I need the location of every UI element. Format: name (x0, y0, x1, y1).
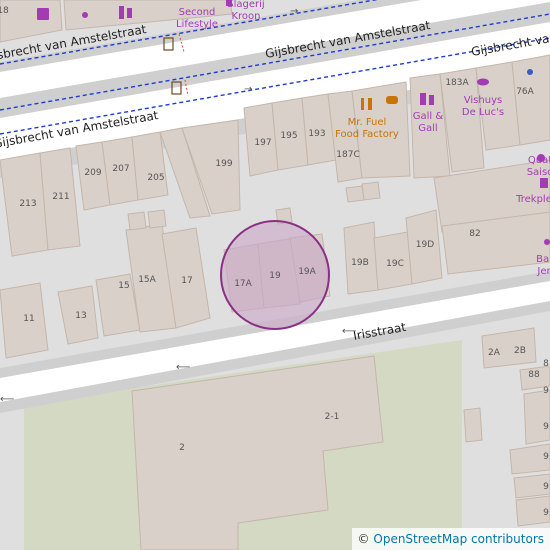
poi-label-second-lifestyle-1: Second (179, 7, 216, 18)
housenumber: 187C (336, 150, 359, 160)
housenumber: 2 (179, 443, 185, 453)
poi-label-slagerij-1: Slagerij (227, 0, 264, 10)
housenumber: 19C (386, 259, 404, 269)
housenumber: 2B (514, 346, 526, 356)
housenumber: 213 (19, 199, 36, 209)
housenumber: 19A (298, 267, 316, 277)
housenumber: 193 (308, 129, 325, 139)
poi-label-slagerij-2: Kroon (231, 11, 260, 22)
housenumber: 19D (416, 240, 434, 250)
fish-shop-icon (477, 78, 489, 86)
gift-shop-icon (37, 8, 49, 20)
housenumber: 205 (147, 173, 164, 183)
housenumber: 19B (351, 258, 369, 268)
bakery-icon-2 (544, 239, 550, 245)
housenumber: 183A (445, 78, 469, 88)
housenumber: 11 (23, 314, 34, 324)
housenumber: 8 (543, 359, 549, 369)
poi-label-quatre-1: Quat (528, 155, 550, 166)
poi-label-quatre-2: Saiso (527, 167, 550, 178)
poi-label-vishuys-2: De Luc's (462, 107, 504, 118)
housenumber: 9 (543, 482, 549, 492)
oneway-arrow: ⟵ (0, 394, 14, 405)
map-canvas[interactable]: Gijsbrecht van Amstelstraat Gijsbrecht v… (0, 0, 550, 550)
housenumber: 13 (75, 311, 86, 321)
housenumber: 15 (118, 281, 129, 291)
housenumber: 197 (254, 138, 271, 148)
oneway-arrow: → (290, 6, 298, 17)
housenumber: 2-1 (325, 412, 340, 422)
housenumber: 9 (543, 422, 549, 432)
housenumber: 9 (543, 452, 549, 462)
housenumber: 2A (488, 348, 501, 358)
housenumber: 88 (528, 370, 540, 380)
housenumber: 15A (138, 275, 156, 285)
copyright-symbol: © (357, 532, 370, 546)
poi-label-bakker-2: Jer (536, 266, 550, 277)
housenumber: 209 (84, 168, 101, 178)
liquor-glass-icon (429, 95, 434, 105)
map-svg[interactable]: Gijsbrecht van Amstelstraat Gijsbrecht v… (0, 0, 550, 550)
poi-label-second-lifestyle-2: Lifestyle (176, 19, 218, 30)
liquor-store-icon (420, 93, 426, 105)
housenumber: 211 (52, 192, 69, 202)
wine-glass-icon (127, 8, 132, 18)
oneway-arrow: ⟵ (176, 362, 190, 373)
poi-label-gall-1: Gall & (413, 111, 444, 122)
housenumber: 9 (543, 386, 549, 396)
poi-label-bakker-1: Bal (536, 254, 550, 265)
wine-icon (119, 6, 124, 19)
housenumber: 9 (543, 508, 549, 518)
bicycle-shop-icon (540, 178, 548, 188)
housenumber: 17A (234, 279, 252, 289)
fastfood-icon (386, 96, 398, 104)
housenumber: 199 (215, 159, 232, 169)
oneway-arrow: → (244, 84, 252, 95)
housenumber: 82 (469, 229, 480, 239)
poi-label-trekpleister: Trekple (515, 194, 550, 205)
housenumber: 17 (181, 276, 192, 286)
map-attribution: © OpenStreetMap contributors (351, 528, 550, 550)
housenumber: 18 (0, 6, 9, 16)
poi-label-gall-2: Gall (418, 123, 437, 134)
housenumber: 76A (516, 87, 534, 97)
attribution-link[interactable]: OpenStreetMap contributors (373, 532, 544, 546)
buildings-southeast (463, 327, 550, 527)
dot-icon (82, 12, 88, 18)
poi-label-vishuys-1: Vishuys (464, 95, 502, 106)
poi-label-mrfuel-1: Mr. Fuel (348, 117, 387, 128)
blue-dot-icon (527, 69, 533, 75)
oneway-arrow: ⟵ (342, 326, 356, 337)
housenumber: 207 (112, 164, 129, 174)
housenumber: 19 (269, 271, 281, 281)
poi-label-mrfuel-2: Food Factory (335, 129, 399, 140)
housenumber: 195 (280, 131, 297, 141)
